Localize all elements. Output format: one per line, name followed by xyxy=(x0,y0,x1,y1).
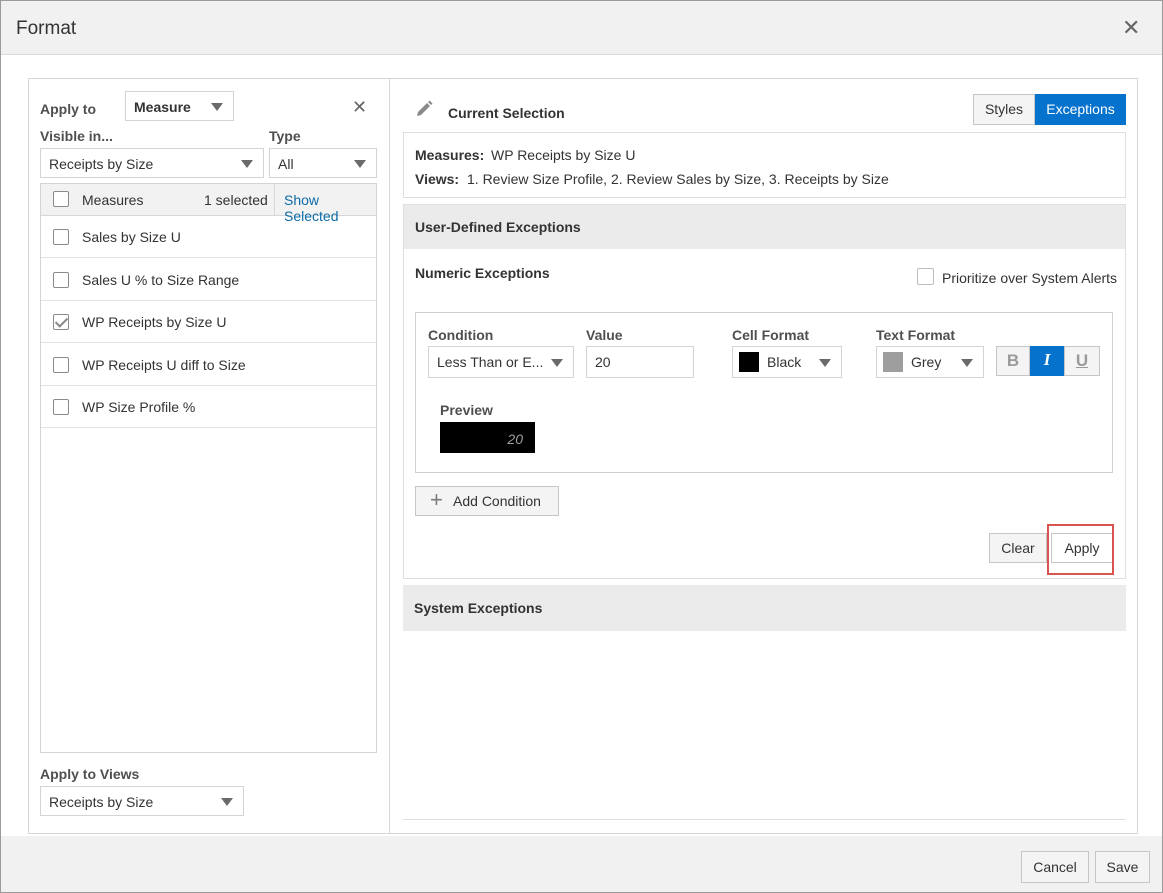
current-selection-title: Current Selection xyxy=(448,105,565,121)
apply-to-value: Measure xyxy=(134,99,191,115)
text-format-select[interactable]: Grey xyxy=(876,346,984,378)
condition-row: Condition Value Cell Format Text Format … xyxy=(415,312,1113,473)
close-icon[interactable]: ✕ xyxy=(1122,17,1140,39)
format-dialog: Format ✕ Apply to Measure ✕ Visible in..… xyxy=(0,0,1163,893)
measure-label: Sales U % to Size Range xyxy=(82,271,240,288)
apply-to-views-select[interactable]: Receipts by Size xyxy=(40,786,244,816)
measure-label: WP Receipts U diff to Size xyxy=(82,356,246,373)
bold-button[interactable]: B xyxy=(996,346,1030,376)
apply-to-views-label: Apply to Views xyxy=(40,766,140,782)
measure-selection-panel: Apply to Measure ✕ Visible in... Type Re… xyxy=(28,78,390,834)
measure-checkbox[interactable] xyxy=(53,356,69,373)
value-label: Value xyxy=(586,327,623,343)
measure-label: Sales by Size U xyxy=(82,229,181,245)
text-format-label: Text Format xyxy=(876,327,956,343)
text-format-value: Grey xyxy=(911,354,942,370)
user-defined-exceptions-section: User-Defined Exceptions Numeric Exceptio… xyxy=(403,204,1126,579)
prioritize-checkbox[interactable] xyxy=(917,268,934,285)
tab-exceptions[interactable]: Exceptions xyxy=(1035,94,1126,125)
panel-bottom-divider xyxy=(403,819,1126,820)
chevron-down-icon xyxy=(354,160,366,168)
measures-list-header: Measures 1 selected Show Selected xyxy=(41,184,376,224)
type-select[interactable]: All xyxy=(269,148,377,178)
measure-checkbox[interactable] xyxy=(53,229,69,245)
apply-to-views-value: Receipts by Size xyxy=(49,794,154,810)
plus-icon: + xyxy=(430,487,443,512)
underline-button[interactable]: U xyxy=(1064,346,1100,376)
add-condition-label: Add Condition xyxy=(453,493,541,509)
measures-header-title: Measures xyxy=(82,192,144,208)
apply-to-select[interactable]: Measure xyxy=(125,91,234,121)
views-summary-label: Views: xyxy=(415,171,460,187)
type-value: All xyxy=(278,156,294,172)
apply-to-label: Apply to xyxy=(40,101,96,117)
chevron-down-icon xyxy=(961,359,973,367)
measure-checkbox[interactable] xyxy=(53,314,69,330)
apply-button[interactable]: Apply xyxy=(1051,533,1113,563)
visible-in-label: Visible in... xyxy=(40,128,113,144)
user-defined-exceptions-header[interactable]: User-Defined Exceptions xyxy=(404,205,1125,249)
measures-summary-label: Measures: xyxy=(415,147,485,163)
preview-label: Preview xyxy=(440,402,493,418)
measure-list-item[interactable]: Sales U % to Size Range xyxy=(41,259,376,301)
views-summary-value: 1. Review Size Profile, 2. Review Sales … xyxy=(467,171,889,187)
preview-cell: 20 xyxy=(440,422,535,453)
clear-selection-icon[interactable]: ✕ xyxy=(352,98,367,116)
format-settings-panel: Current Selection Styles Exceptions Meas… xyxy=(390,78,1138,834)
text-color-swatch xyxy=(883,352,903,372)
italic-button[interactable]: I xyxy=(1030,346,1064,376)
measure-list-item[interactable]: WP Size Profile % xyxy=(41,386,376,428)
cancel-button[interactable]: Cancel xyxy=(1021,851,1089,883)
selection-summary: Measures: WP Receipts by Size U Views: 1… xyxy=(403,132,1126,198)
save-button[interactable]: Save xyxy=(1095,851,1150,883)
measures-list: Measures 1 selected Show Selected Sales … xyxy=(40,183,377,753)
condition-value: Less Than or E... xyxy=(437,354,544,370)
visible-in-value: Receipts by Size xyxy=(49,156,154,172)
add-condition-button[interactable]: + Add Condition xyxy=(415,486,559,516)
chevron-down-icon xyxy=(211,103,223,111)
clear-button[interactable]: Clear xyxy=(989,533,1047,563)
select-all-checkbox[interactable] xyxy=(53,191,69,207)
chevron-down-icon xyxy=(221,798,233,806)
selected-count: 1 selected xyxy=(204,192,268,208)
dialog-header: Format ✕ xyxy=(1,1,1162,55)
cell-format-value: Black xyxy=(767,354,802,370)
type-label: Type xyxy=(269,128,301,144)
numeric-exceptions-title: Numeric Exceptions xyxy=(415,265,550,281)
measures-summary-value: WP Receipts by Size U xyxy=(491,147,636,163)
value-input[interactable]: 20 xyxy=(586,346,694,378)
cell-format-label: Cell Format xyxy=(732,327,810,343)
chevron-down-icon xyxy=(819,359,831,367)
measure-checkbox[interactable] xyxy=(53,271,69,288)
chevron-down-icon xyxy=(551,359,563,367)
measure-label: WP Size Profile % xyxy=(82,399,196,415)
cell-color-swatch xyxy=(739,352,759,372)
condition-label: Condition xyxy=(428,327,494,343)
dialog-footer: Cancel Save xyxy=(1,836,1162,892)
condition-select[interactable]: Less Than or E... xyxy=(428,346,574,378)
measure-checkbox[interactable] xyxy=(53,399,69,415)
pencil-icon xyxy=(414,99,434,119)
tab-styles[interactable]: Styles xyxy=(973,94,1035,125)
prioritize-label: Prioritize over System Alerts xyxy=(942,270,1118,286)
measure-list-item[interactable]: WP Receipts by Size U xyxy=(41,301,376,343)
system-exceptions-header[interactable]: System Exceptions xyxy=(403,585,1126,631)
measure-list-item[interactable]: Sales by Size U xyxy=(41,216,376,258)
dialog-title: Format xyxy=(16,18,77,39)
measure-list-item[interactable]: WP Receipts U diff to Size xyxy=(41,344,376,386)
chevron-down-icon xyxy=(241,160,253,168)
cell-format-select[interactable]: Black xyxy=(732,346,842,378)
measure-label: WP Receipts by Size U xyxy=(82,314,227,330)
header-divider xyxy=(274,184,275,215)
visible-in-select[interactable]: Receipts by Size xyxy=(40,148,264,178)
